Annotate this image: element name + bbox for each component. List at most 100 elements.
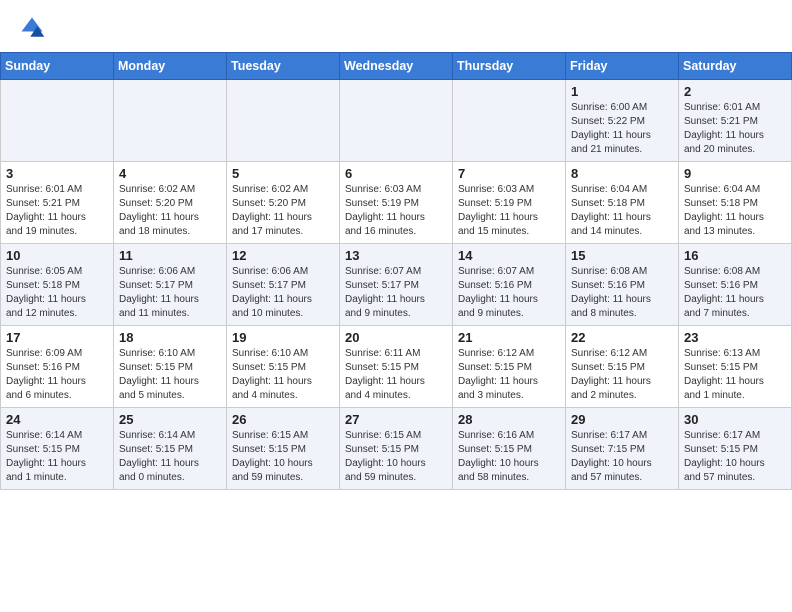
calendar-cell: 10Sunrise: 6:05 AM Sunset: 5:18 PM Dayli… [1,244,114,326]
calendar-cell: 18 Sunrise: 6:10 AM Sunset: 5:15 PM Dayli… [114,326,227,408]
calendar-cell: 12 Sunrise: 6:06 AM Sunset: 5:17 PM Dayli… [227,244,340,326]
day-number: 1 [571,84,673,99]
day-info: Sunrise: 6:01 AM Sunset: 5:21 PM Dayligh… [684,101,786,157]
day-number: 9 [684,166,786,181]
calendar-cell: 19 Sunrise: 6:10 AM Sunset: 5:15 PM Dayli… [227,326,340,408]
day-info: Sunrise: 6:01 AM Sunset: 5:21 PM Dayligh… [6,183,108,239]
day-info: Sunrise: 6:06 AM Sunset: 5:17 PM Dayligh… [232,265,334,321]
calendar-cell: 21 Sunrise: 6:12 AM Sunset: 5:15 PM Dayli… [453,326,566,408]
calendar-week-5: 24 Sunrise: 6:14 AM Sunset: 5:15 PM Dayli… [1,408,792,490]
day-info: Sunrise: 6:08 AM Sunset: 5:16 PM Dayligh… [684,265,786,321]
day-info: Sunrise: 6:11 AM Sunset: 5:15 PM Dayligh… [345,347,447,403]
calendar-cell: 16 Sunrise: 6:08 AM Sunset: 5:16 PM Dayli… [679,244,792,326]
calendar-cell: 17 Sunrise: 6:09 AM Sunset: 5:16 PM Dayli… [1,326,114,408]
header [0,0,792,48]
day-number: 18 [119,330,221,345]
day-number: 23 [684,330,786,345]
calendar-cell: 13 Sunrise: 6:07 AM Sunset: 5:17 PM Dayli… [340,244,453,326]
calendar-cell: 28 Sunrise: 6:16 AM Sunset: 5:15 PM Dayli… [453,408,566,490]
day-number: 19 [232,330,334,345]
calendar-cell: 9 Sunrise: 6:04 AM Sunset: 5:18 PM Daylig… [679,162,792,244]
day-info: Sunrise: 6:04 AM Sunset: 5:18 PM Dayligh… [684,183,786,239]
day-number: 25 [119,412,221,427]
calendar-cell: 3 Sunrise: 6:01 AM Sunset: 5:21 PM Daylig… [1,162,114,244]
calendar-cell [114,80,227,162]
calendar-week-2: 3 Sunrise: 6:01 AM Sunset: 5:21 PM Daylig… [1,162,792,244]
day-info: Sunrise: 6:09 AM Sunset: 5:16 PM Dayligh… [6,347,108,403]
calendar-cell: 4 Sunrise: 6:02 AM Sunset: 5:20 PM Daylig… [114,162,227,244]
calendar-header-friday: Friday [566,53,679,80]
day-number: 4 [119,166,221,181]
day-number: 10 [6,248,108,263]
day-info: Sunrise: 6:07 AM Sunset: 5:17 PM Dayligh… [345,265,447,321]
day-number: 5 [232,166,334,181]
day-number: 3 [6,166,108,181]
calendar-cell: 2 Sunrise: 6:01 AM Sunset: 5:21 PM Daylig… [679,80,792,162]
day-number: 17 [6,330,108,345]
day-info: Sunrise: 6:14 AM Sunset: 5:15 PM Dayligh… [6,429,108,485]
day-number: 24 [6,412,108,427]
day-number: 22 [571,330,673,345]
calendar-cell: 15 Sunrise: 6:08 AM Sunset: 5:16 PM Dayli… [566,244,679,326]
day-info: Sunrise: 6:00 AM Sunset: 5:22 PM Dayligh… [571,101,673,157]
calendar-header-row: SundayMondayTuesdayWednesdayThursdayFrid… [1,53,792,80]
calendar-header-thursday: Thursday [453,53,566,80]
calendar-cell [340,80,453,162]
day-info: Sunrise: 6:10 AM Sunset: 5:15 PM Dayligh… [119,347,221,403]
day-info: Sunrise: 6:06 AM Sunset: 5:17 PM Dayligh… [119,265,221,321]
calendar-cell: 5 Sunrise: 6:02 AM Sunset: 5:20 PM Daylig… [227,162,340,244]
calendar-cell: 29 Sunrise: 6:17 AM Sunset: 7:15 PM Dayli… [566,408,679,490]
calendar-cell: 11 Sunrise: 6:06 AM Sunset: 5:17 PM Dayli… [114,244,227,326]
day-number: 7 [458,166,560,181]
calendar-cell: 23 Sunrise: 6:13 AM Sunset: 5:15 PM Dayli… [679,326,792,408]
day-number: 6 [345,166,447,181]
page: SundayMondayTuesdayWednesdayThursdayFrid… [0,0,792,612]
day-number: 12 [232,248,334,263]
day-info: Sunrise: 6:17 AM Sunset: 5:15 PM Dayligh… [684,429,786,485]
calendar-header-sunday: Sunday [1,53,114,80]
day-info: Sunrise: 6:13 AM Sunset: 5:15 PM Dayligh… [684,347,786,403]
calendar-week-1: 1 Sunrise: 6:00 AM Sunset: 5:22 PM Daylig… [1,80,792,162]
calendar-header-saturday: Saturday [679,53,792,80]
day-number: 15 [571,248,673,263]
calendar-cell [227,80,340,162]
day-number: 30 [684,412,786,427]
calendar-cell: 6 Sunrise: 6:03 AM Sunset: 5:19 PM Daylig… [340,162,453,244]
day-info: Sunrise: 6:16 AM Sunset: 5:15 PM Dayligh… [458,429,560,485]
day-number: 28 [458,412,560,427]
day-number: 26 [232,412,334,427]
calendar-cell: 25 Sunrise: 6:14 AM Sunset: 5:15 PM Dayli… [114,408,227,490]
day-info: Sunrise: 6:02 AM Sunset: 5:20 PM Dayligh… [119,183,221,239]
calendar-cell: 14 Sunrise: 6:07 AM Sunset: 5:16 PM Dayli… [453,244,566,326]
calendar-cell: 24 Sunrise: 6:14 AM Sunset: 5:15 PM Dayli… [1,408,114,490]
day-number: 13 [345,248,447,263]
day-info: Sunrise: 6:14 AM Sunset: 5:15 PM Dayligh… [119,429,221,485]
calendar-cell [1,80,114,162]
calendar-cell: 1 Sunrise: 6:00 AM Sunset: 5:22 PM Daylig… [566,80,679,162]
day-number: 21 [458,330,560,345]
logo-icon [18,14,46,42]
day-number: 29 [571,412,673,427]
calendar-cell: 27Sunrise: 6:15 AM Sunset: 5:15 PM Dayli… [340,408,453,490]
day-info: Sunrise: 6:12 AM Sunset: 5:15 PM Dayligh… [458,347,560,403]
day-number: 16 [684,248,786,263]
day-info: Sunrise: 6:08 AM Sunset: 5:16 PM Dayligh… [571,265,673,321]
calendar-cell: 7 Sunrise: 6:03 AM Sunset: 5:19 PM Daylig… [453,162,566,244]
day-number: 2 [684,84,786,99]
calendar-cell: 26 Sunrise: 6:15 AM Sunset: 5:15 PM Dayli… [227,408,340,490]
day-info: Sunrise: 6:17 AM Sunset: 7:15 PM Dayligh… [571,429,673,485]
day-number: 14 [458,248,560,263]
day-info: Sunrise: 6:12 AM Sunset: 5:15 PM Dayligh… [571,347,673,403]
calendar-header-wednesday: Wednesday [340,53,453,80]
day-info: Sunrise: 6:03 AM Sunset: 5:19 PM Dayligh… [458,183,560,239]
calendar-week-3: 10Sunrise: 6:05 AM Sunset: 5:18 PM Dayli… [1,244,792,326]
day-info: Sunrise: 6:02 AM Sunset: 5:20 PM Dayligh… [232,183,334,239]
day-number: 11 [119,248,221,263]
calendar-cell: 20Sunrise: 6:11 AM Sunset: 5:15 PM Dayli… [340,326,453,408]
day-info: Sunrise: 6:15 AM Sunset: 5:15 PM Dayligh… [232,429,334,485]
day-info: Sunrise: 6:03 AM Sunset: 5:19 PM Dayligh… [345,183,447,239]
day-info: Sunrise: 6:04 AM Sunset: 5:18 PM Dayligh… [571,183,673,239]
day-info: Sunrise: 6:07 AM Sunset: 5:16 PM Dayligh… [458,265,560,321]
day-info: Sunrise: 6:10 AM Sunset: 5:15 PM Dayligh… [232,347,334,403]
calendar-cell: 30 Sunrise: 6:17 AM Sunset: 5:15 PM Dayli… [679,408,792,490]
